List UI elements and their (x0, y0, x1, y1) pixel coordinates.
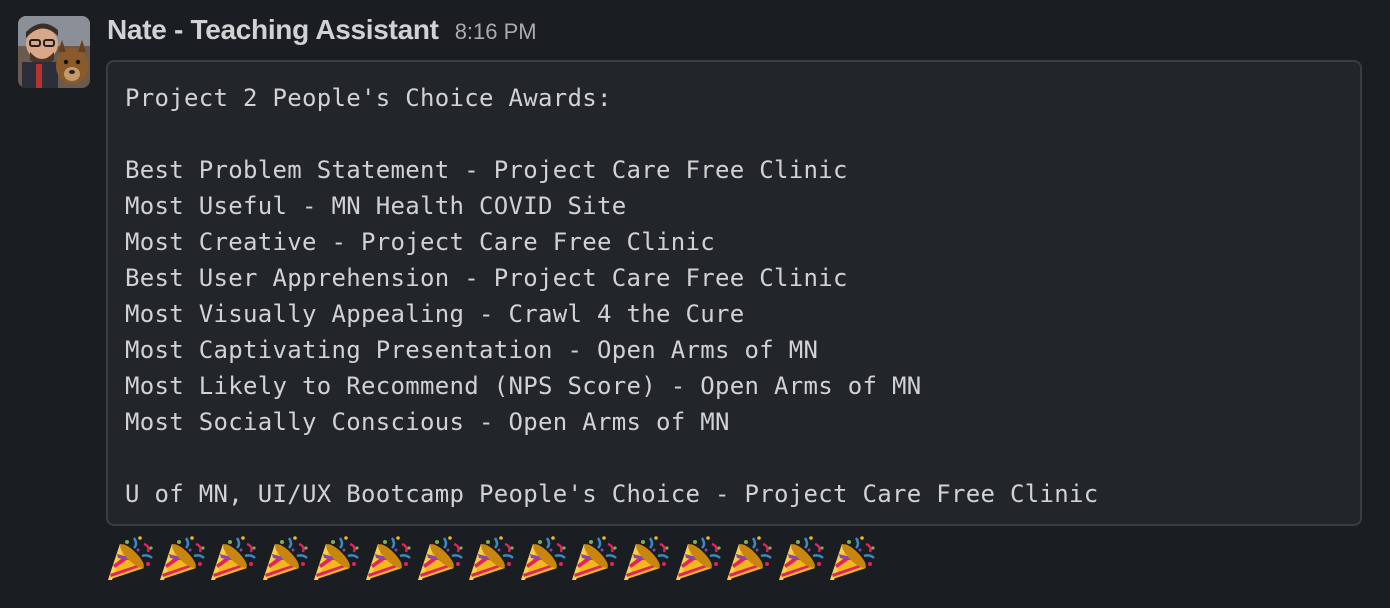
party-popper-icon (465, 534, 517, 584)
code-line: Most Socially Conscious - Open Arms of M… (125, 408, 730, 436)
emoji-row (104, 534, 878, 584)
code-line: Best User Apprehension - Project Care Fr… (125, 264, 848, 292)
party-popper-icon (723, 534, 775, 584)
code-line: Most Visually Appealing - Crawl 4 the Cu… (125, 300, 745, 328)
party-popper-icon (568, 534, 620, 584)
code-block: Project 2 People's Choice Awards: Best P… (106, 60, 1362, 526)
code-line: Project 2 People's Choice Awards: (125, 84, 612, 112)
party-popper-icon (310, 534, 362, 584)
message-timestamp[interactable]: 8:16 PM (455, 19, 537, 45)
party-popper-icon (775, 534, 827, 584)
party-popper-icon (156, 534, 208, 584)
author-name[interactable]: Nate - Teaching Assistant (107, 14, 439, 46)
party-popper-icon (259, 534, 311, 584)
party-popper-icon (826, 534, 878, 584)
code-line: Most Captivating Presentation - Open Arm… (125, 336, 819, 364)
code-line: Most Creative - Project Care Free Clinic (125, 228, 715, 256)
avatar[interactable] (18, 16, 90, 88)
code-line: Best Problem Statement - Project Care Fr… (125, 156, 848, 184)
party-popper-icon (620, 534, 672, 584)
party-popper-icon (414, 534, 466, 584)
code-line: U of MN, UI/UX Bootcamp People's Choice … (125, 480, 1099, 508)
chat-message: Nate - Teaching Assistant 8:16 PM Projec… (0, 0, 1390, 608)
message-header: Nate - Teaching Assistant 8:16 PM (107, 14, 537, 50)
code-line: Most Useful - MN Health COVID Site (125, 192, 627, 220)
party-popper-icon (362, 534, 414, 584)
code-line: Most Likely to Recommend (NPS Score) - O… (125, 372, 922, 400)
party-popper-icon (517, 534, 569, 584)
party-popper-icon (672, 534, 724, 584)
party-popper-icon (104, 534, 156, 584)
party-popper-icon (207, 534, 259, 584)
avatar-image (18, 16, 90, 88)
